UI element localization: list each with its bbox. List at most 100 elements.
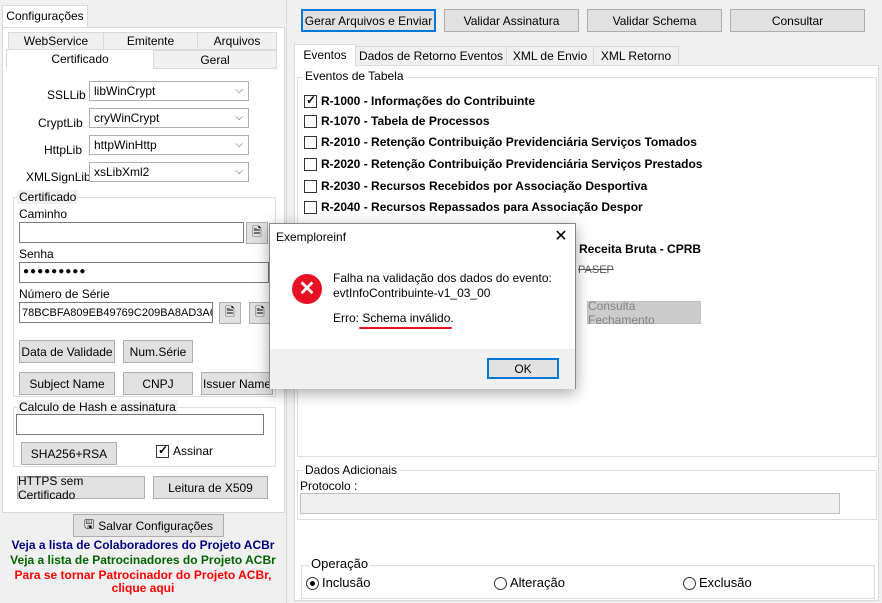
dialog-message-line2: evtInfoContribuinte-v1_03_00 — [333, 286, 491, 300]
clique-aqui-link[interactable]: clique aqui — [3, 581, 283, 595]
evento-r2030[interactable]: R-2030 - Recursos Recebidos por Associaç… — [304, 179, 647, 194]
senha-label: Senha — [19, 247, 54, 261]
evento-r1070[interactable]: R-1070 - Tabela de Processos — [304, 114, 490, 129]
tornar-patrocinador-link[interactable]: Para se tornar Patrocinador do Projeto A… — [3, 568, 283, 582]
chevron-down-icon: ⌵ — [235, 166, 243, 177]
error-underline — [359, 327, 452, 329]
evento-label: R-2010 - Retenção Contribuição Previdenc… — [321, 135, 697, 149]
protocolo-label: Protocolo : — [300, 479, 358, 493]
exclusao-label: Exclusão — [699, 575, 752, 590]
subject-name-button[interactable]: Subject Name — [19, 372, 115, 395]
httplib-select[interactable]: httpWinHttp ⌵ — [89, 135, 249, 155]
evento-label: R-2020 - Retenção Contribuição Previdenc… — [321, 157, 703, 171]
patrocinadores-link[interactable]: Veja a lista de Patrocinadores do Projet… — [3, 553, 283, 567]
eventos-tabela-title: Eventos de Tabela — [303, 69, 406, 83]
xmlsignlib-value: xsLibXml2 — [94, 165, 150, 179]
evento-r2010[interactable]: R-2010 - Retenção Contribuição Previdenc… — [304, 135, 697, 150]
tab-certificado[interactable]: Certificado — [6, 49, 154, 69]
tab-xml-envio[interactable]: XML de Envio — [506, 46, 594, 66]
salvar-label: Salvar Configurações — [98, 518, 213, 533]
radio-icon — [306, 577, 319, 591]
dialog-message-line1: Falha na validação dos dados do evento: — [333, 271, 552, 285]
checkbox-icon — [304, 115, 317, 129]
tab-webservice[interactable]: WebService — [8, 32, 104, 50]
radio-exclusao[interactable]: Exclusão — [683, 575, 752, 591]
protocolo-input[interactable] — [300, 493, 840, 514]
evento-r1000[interactable]: R-1000 - Informações do Contribuinte — [304, 93, 536, 109]
operacao-title: Operação — [309, 556, 371, 571]
leitura-x509-button[interactable]: Leitura de X509 — [153, 476, 268, 499]
select-cert-button[interactable]: 🗎 — [219, 302, 241, 324]
checkbox-icon — [304, 136, 317, 150]
serie-input[interactable]: 78BCBFA809EB49769C209BA8AD3A6D — [19, 302, 213, 323]
error-dialog: Exemploreinf ✕ ✕ Falha na validação dos … — [269, 223, 576, 389]
dialog-close-button[interactable]: ✕ — [548, 226, 574, 248]
chevron-down-icon: ⌵ — [235, 112, 243, 123]
tab-xml-retorno[interactable]: XML Retorno — [593, 46, 679, 66]
radio-alteracao[interactable]: Alteração — [494, 575, 565, 591]
close-icon: ✕ — [554, 228, 568, 245]
serie-label: Número de Série — [19, 287, 110, 301]
evento-r2040[interactable]: R-2040 - Recursos Repassados para Associ… — [304, 200, 643, 215]
save-icon: 🖫 — [84, 517, 95, 531]
radio-inclusao[interactable]: Inclusão — [306, 575, 371, 591]
validar-assinatura-button[interactable]: Validar Assinatura — [444, 9, 579, 32]
radio-icon — [494, 577, 507, 591]
tab-emitente[interactable]: Emitente — [103, 32, 198, 50]
chevron-down-icon: ⌵ — [235, 85, 243, 96]
cryptlib-select[interactable]: cryWinCrypt ⌵ — [89, 108, 249, 128]
dialog-error-line: Erro: Schema inválido. — [333, 311, 454, 325]
caminho-input[interactable] — [19, 222, 244, 243]
cryptlib-label: CryptLib — [38, 116, 83, 130]
checkbox-icon — [304, 201, 317, 215]
evento-label: R-2040 - Recursos Repassados para Associ… — [321, 200, 643, 214]
inclusao-label: Inclusão — [322, 575, 371, 590]
document-icon: 🗎 — [252, 224, 262, 239]
error-prefix: Erro: — [333, 311, 363, 325]
colaboradores-link[interactable]: Veja a lista de Colaboradores do Projeto… — [3, 538, 283, 552]
certificado-group-title: Certificado — [17, 190, 79, 204]
hash-group-title: Calculo de Hash e assinatura — [17, 400, 178, 414]
evento-r2020[interactable]: R-2020 - Retenção Contribuição Previdenc… — [304, 157, 703, 172]
xmlsignlib-select[interactable]: xsLibXml2 ⌵ — [89, 162, 249, 182]
consultar-button[interactable]: Consultar — [730, 9, 865, 32]
issuer-name-button[interactable]: Issuer Name — [201, 372, 273, 395]
ssllib-label: SSLLib — [47, 88, 86, 102]
data-validade-button[interactable]: Data de Validade — [19, 340, 115, 363]
evento-cprb-partial: Receita Bruta - CPRB — [579, 242, 702, 256]
senha-input[interactable]: ●●●●●●●●● — [19, 262, 269, 283]
checkbox-icon — [304, 93, 317, 109]
xmlsignlib-label: XMLSignLib — [26, 170, 91, 184]
salvar-configuracoes-button[interactable]: 🖫 Salvar Configurações — [73, 514, 224, 537]
dados-adicionais-title: Dados Adicionais — [303, 463, 400, 477]
ssllib-select[interactable]: libWinCrypt ⌵ — [89, 81, 249, 101]
tab-dados-retorno[interactable]: Dados de Retorno Eventos — [355, 46, 507, 66]
evento-label: R-1070 - Tabela de Processos — [321, 114, 490, 128]
caminho-label: Caminho — [19, 207, 68, 221]
cryptlib-value: cryWinCrypt — [94, 111, 160, 125]
document-icon: 🗎 — [255, 304, 265, 319]
error-text: Schema inválido. — [362, 311, 454, 325]
gerar-arquivos-button[interactable]: Gerar Arquivos e Enviar — [301, 9, 436, 32]
validar-schema-button[interactable]: Validar Schema — [587, 9, 722, 32]
chevron-down-icon: ⌵ — [235, 139, 243, 150]
tab-geral[interactable]: Geral — [153, 50, 277, 69]
tab-eventos[interactable]: Eventos — [294, 44, 356, 66]
tab-arquivos[interactable]: Arquivos — [197, 32, 277, 50]
cnpj-button[interactable]: CNPJ — [123, 372, 193, 395]
checkbox-icon — [156, 443, 169, 459]
https-sem-certificado-button[interactable]: HTTPS sem Certificado — [17, 474, 145, 502]
operacao-group — [301, 565, 875, 599]
ok-button[interactable]: OK — [487, 358, 559, 379]
assinar-checkbox[interactable]: Assinar — [156, 443, 214, 459]
consulta-fechamento-button[interactable]: Consulta Fechamento — [587, 299, 701, 327]
tab-configuracoes[interactable]: Configurações — [2, 5, 88, 28]
select-cert-alt-button[interactable]: 🗎 — [249, 302, 271, 324]
httplib-label: HttpLib — [44, 143, 83, 157]
evento-label: R-1000 - Informações do Contribuinte — [321, 94, 536, 108]
hash-input[interactable] — [16, 414, 264, 435]
sha256-button[interactable]: SHA256+RSA — [21, 442, 117, 465]
num-serie-button[interactable]: Num.Série — [123, 340, 193, 363]
assinar-label: Assinar — [173, 444, 214, 458]
browse-file-button[interactable]: 🗎 — [246, 222, 268, 244]
